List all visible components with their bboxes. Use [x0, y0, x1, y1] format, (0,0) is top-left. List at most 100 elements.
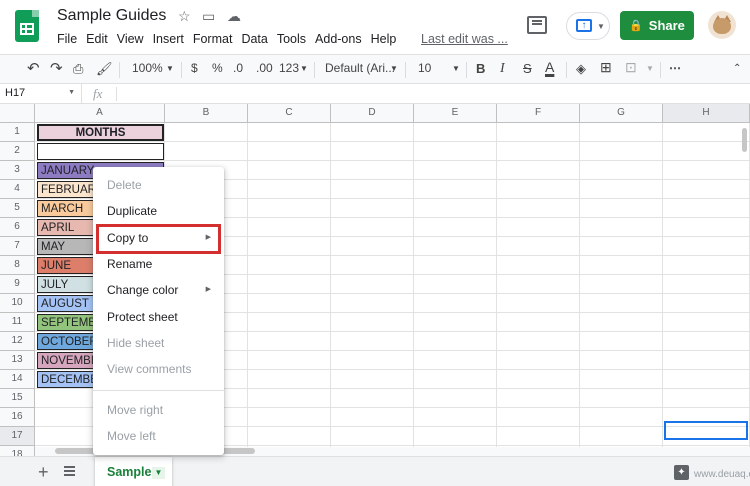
sheet-tab-label: Sample — [107, 465, 152, 479]
row-header-12[interactable]: 12 — [0, 332, 35, 351]
increase-decimal-button[interactable]: .00 — [256, 61, 273, 75]
menu-item-view-comments[interactable]: View comments — [93, 356, 224, 382]
row-header-10[interactable]: 10 — [0, 294, 35, 313]
row-header-6[interactable]: 6 — [0, 218, 35, 237]
submenu-arrow-icon: ▶ — [205, 286, 211, 293]
select-all-corner[interactable] — [0, 104, 35, 123]
menu-format[interactable]: Format — [193, 32, 233, 46]
column-header-g[interactable]: G — [580, 104, 663, 123]
strikethrough-button[interactable]: S — [523, 61, 532, 76]
row-header-15[interactable]: 15 — [0, 389, 35, 408]
font-size-chevron-icon[interactable]: ▼ — [452, 64, 460, 73]
more-options-icon[interactable]: ⋯ — [669, 61, 681, 75]
menu-item-rename[interactable]: Rename — [93, 251, 224, 277]
star-icon[interactable]: ☆ — [178, 8, 191, 25]
paint-format-icon[interactable]: 🖌 — [96, 61, 113, 77]
column-header-f[interactable]: F — [497, 104, 580, 123]
move-folder-icon[interactable]: ▭ — [202, 8, 215, 25]
currency-format-button[interactable]: $ — [191, 61, 198, 75]
sheet-tab-sample[interactable]: Sample ▼ — [95, 457, 172, 486]
row-header-1[interactable]: 1 — [0, 123, 35, 142]
row-header-2[interactable]: 2 — [0, 142, 35, 161]
print-icon[interactable]: ⎙ — [73, 61, 83, 77]
present-button[interactable]: ↑ ▼ — [566, 12, 610, 40]
text-color-button[interactable]: A — [545, 59, 554, 75]
explore-icon[interactable]: ✦ — [674, 465, 689, 480]
menu-item-hide-sheet[interactable]: Hide sheet — [93, 330, 224, 356]
menu-item-duplicate[interactable]: Duplicate — [93, 198, 224, 224]
menu-item-label: Move left — [107, 429, 156, 443]
row-header-7[interactable]: 7 — [0, 237, 35, 256]
zoom-chevron-icon[interactable]: ▼ — [166, 64, 174, 73]
sheet-menu-chevron-icon[interactable]: ▼ — [152, 467, 165, 479]
row-header-17[interactable]: 17 — [0, 427, 35, 446]
italic-button[interactable]: I — [500, 61, 505, 77]
redo-icon[interactable]: ↷ — [50, 59, 63, 77]
name-box[interactable]: H17 ▼ — [0, 84, 82, 104]
menu-item-label: Hide sheet — [107, 336, 165, 350]
zoom-select[interactable]: 100% — [132, 61, 163, 75]
merge-chevron-icon[interactable]: ▼ — [646, 64, 654, 73]
cell-a2[interactable] — [37, 143, 164, 160]
merge-cells-icon[interactable]: ⊡ — [625, 59, 637, 76]
column-header-d[interactable]: D — [331, 104, 414, 123]
share-button[interactable]: 🔒 Share — [620, 11, 694, 40]
row-header-5[interactable]: 5 — [0, 199, 35, 218]
cloud-status-icon[interactable]: ☁ — [227, 8, 241, 25]
row-header-3[interactable]: 3 — [0, 161, 35, 180]
font-select[interactable]: Default (Ari... — [325, 61, 395, 75]
selected-cell-h17[interactable] — [664, 421, 748, 440]
row-header-13[interactable]: 13 — [0, 351, 35, 370]
all-sheets-icon[interactable] — [64, 466, 75, 476]
column-header-h[interactable]: H — [663, 104, 750, 123]
sheets-logo-icon[interactable] — [15, 10, 39, 42]
menu-file[interactable]: File — [57, 32, 77, 46]
row-header-4[interactable]: 4 — [0, 180, 35, 199]
share-label: Share — [648, 18, 685, 33]
column-header-e[interactable]: E — [414, 104, 497, 123]
menu-item-delete[interactable]: Delete — [93, 172, 224, 198]
row-header-18[interactable]: 18 — [0, 446, 35, 456]
formats-chevron-icon[interactable]: ▼ — [300, 64, 308, 73]
borders-icon[interactable]: ⊞ — [600, 59, 612, 76]
column-header-b[interactable]: B — [165, 104, 248, 123]
document-title[interactable]: Sample Guides — [57, 7, 166, 25]
vertical-scrollbar[interactable] — [742, 128, 747, 152]
menu-help[interactable]: Help — [371, 32, 397, 46]
avatar[interactable] — [708, 11, 736, 39]
menu-item-protect-sheet[interactable]: Protect sheet — [93, 304, 224, 330]
collapse-menus-icon[interactable]: ⌃ — [733, 63, 741, 74]
column-header-c[interactable]: C — [248, 104, 331, 123]
menu-item-change-color[interactable]: Change color ▶ — [93, 277, 224, 303]
decrease-decimal-button[interactable]: .0 — [233, 61, 243, 75]
percent-format-button[interactable]: % — [212, 61, 223, 75]
menu-item-move-right[interactable]: Move right — [93, 397, 224, 423]
menu-tools[interactable]: Tools — [277, 32, 306, 46]
undo-icon[interactable]: ↶ — [27, 59, 40, 77]
menu-edit[interactable]: Edit — [86, 32, 108, 46]
menu-item-label: Duplicate — [107, 204, 158, 218]
font-chevron-icon[interactable]: ▼ — [390, 64, 398, 73]
comments-icon[interactable] — [527, 16, 547, 34]
app-header: Sample Guides ☆ ▭ ☁ File Edit View Inser… — [0, 0, 750, 54]
more-formats-button[interactable]: 123 — [279, 61, 299, 75]
column-header-a[interactable]: A — [35, 104, 165, 123]
row-header-16[interactable]: 16 — [0, 408, 35, 427]
fx-icon: fx — [93, 86, 103, 101]
row-header-11[interactable]: 11 — [0, 313, 35, 332]
row-header-8[interactable]: 8 — [0, 256, 35, 275]
menu-item-move-left[interactable]: Move left — [93, 423, 224, 449]
row-header-14[interactable]: 14 — [0, 370, 35, 389]
last-edit-link[interactable]: Last edit was ... — [421, 32, 508, 46]
add-sheet-icon[interactable]: + — [38, 462, 49, 483]
menu-view[interactable]: View — [117, 32, 144, 46]
menu-insert[interactable]: Insert — [153, 32, 184, 46]
bold-button[interactable]: B — [476, 61, 485, 76]
font-size-select[interactable]: 10 — [418, 61, 431, 75]
cell-a1[interactable]: MONTHS — [37, 124, 164, 141]
menu-addons[interactable]: Add-ons — [315, 32, 362, 46]
menu-data[interactable]: Data — [241, 32, 267, 46]
fill-color-icon[interactable]: ◈ — [576, 61, 586, 77]
row-header-9[interactable]: 9 — [0, 275, 35, 294]
grid-column-line — [496, 123, 497, 456]
